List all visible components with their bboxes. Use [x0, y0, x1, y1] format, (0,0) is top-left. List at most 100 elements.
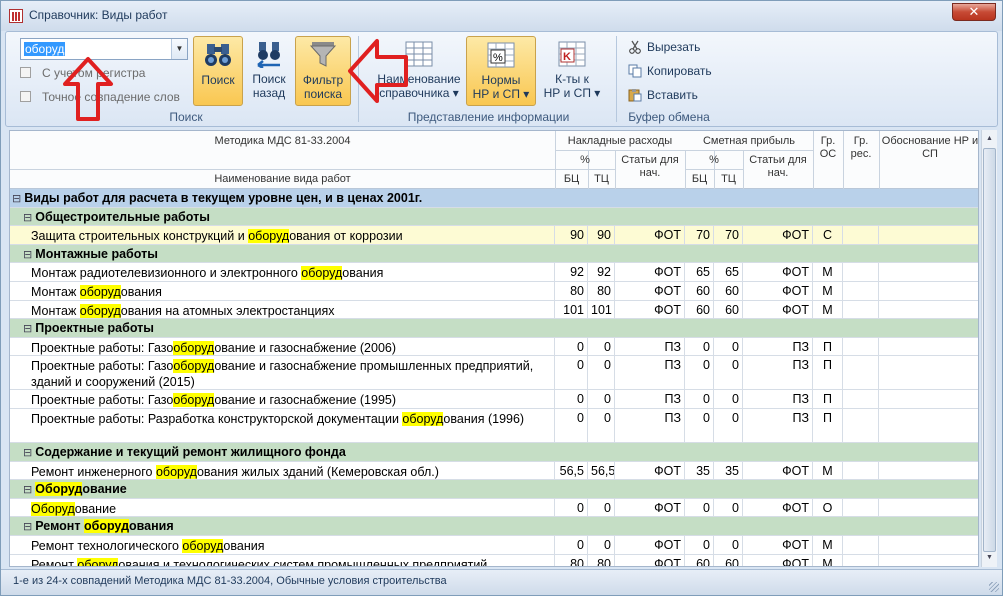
collapse-icon[interactable]: ⊟	[23, 249, 35, 261]
table-row[interactable]: Проектные работы: Газооборудование и газ…	[10, 390, 978, 409]
cell-pbc: 0	[685, 356, 714, 390]
name-text: Защита строительных конструкций и	[31, 229, 249, 244]
work-type-name-cell: Проектные работы: Газооборудование и газ…	[10, 356, 555, 390]
cell-pbc: 60	[685, 282, 714, 300]
cut-label: Вырезать	[647, 40, 701, 54]
group-row[interactable]: ⊟ Ремонт оборудования	[10, 517, 978, 536]
cell-art: ФОТ	[615, 282, 685, 300]
group-row[interactable]: ⊟ Виды работ для расчета в текущем уровн…	[10, 189, 978, 208]
collapse-icon[interactable]: ⊟	[23, 323, 35, 335]
cell-tc: 92	[588, 263, 615, 281]
work-type-name-cell: Проектные работы: Газооборудование и газ…	[10, 337, 555, 356]
cell-basis	[879, 301, 978, 319]
collapse-icon[interactable]: ⊟	[23, 212, 35, 224]
search-match-highlight: оборуд	[173, 359, 215, 374]
name-text: Ремонт технологического	[31, 539, 183, 553]
work-type-name-cell: Защита строительных конструкций и оборуд…	[10, 226, 555, 244]
cell-pbc: 70	[685, 226, 714, 244]
header-overhead-bc: БЦ	[563, 173, 580, 185]
close-button[interactable]: ✕	[952, 3, 996, 21]
scroll-up-icon[interactable]: ▲	[982, 131, 997, 147]
header-basis: Обоснование НР и СП	[881, 135, 979, 160]
checkbox-box[interactable]	[20, 67, 31, 78]
cell-pbc: 0	[685, 409, 714, 442]
table-row[interactable]: Ремонт технологического оборудования 0 0 ФО…	[10, 536, 978, 555]
search-match-highlight: оборуд	[301, 266, 343, 281]
search-back-button[interactable]: Поиск назад	[246, 36, 292, 106]
norms-button[interactable]: % Нормы НР и СП ▾	[466, 36, 536, 106]
vertical-scrollbar[interactable]: ▲ ▼	[981, 130, 997, 567]
header-gr-res: Гр. рес.	[850, 135, 872, 160]
search-match-highlight: оборуд	[79, 285, 121, 299]
header-profit-bc: БЦ	[691, 173, 708, 185]
collapse-icon[interactable]: ⊟	[23, 521, 35, 533]
filter-search-button[interactable]: Фильтр поиска	[295, 36, 351, 106]
header-profit-tc: ТЦ	[721, 173, 736, 185]
name-text: ования и технологических систем промышле…	[118, 557, 488, 567]
group-row[interactable]: ⊟ Общестроительные работы	[10, 207, 978, 227]
cell-res	[843, 461, 879, 480]
cell-res	[843, 282, 879, 300]
header-profit-articles: Статьи для нач.	[749, 154, 807, 179]
cell-pbc: 60	[685, 300, 714, 319]
collapse-icon[interactable]: ⊟	[12, 193, 24, 205]
table-row[interactable]: Ремонт инженерного оборудования жилых зд…	[10, 461, 978, 481]
paste-button[interactable]: Вставить	[628, 88, 698, 108]
cell-bc: 90	[555, 226, 588, 244]
group-row[interactable]: ⊟ Оборудование	[10, 480, 978, 499]
work-type-name-cell: ⊟ Общестроительные работы	[10, 208, 978, 226]
name-text: ования от коррозии	[289, 229, 403, 244]
table-row[interactable]: Монтаж радиотелевизионного и электронног…	[10, 263, 978, 282]
name-text: Монтажные работы	[35, 246, 158, 261]
grid-header: Методика МДС 81-33.2004 Наименование вид…	[10, 131, 979, 189]
table-row[interactable]: Проектные работы: Разработка конструктор…	[10, 409, 978, 443]
header-method: Методика МДС 81-33.2004	[214, 135, 351, 147]
red-up-arrow-annotation	[63, 57, 113, 121]
table-row[interactable]: Проектные работы: Газооборудование и газ…	[10, 356, 978, 391]
cell-ptc: 70	[714, 226, 743, 244]
checkbox-box[interactable]	[20, 91, 31, 102]
table-row[interactable]: Защита строительных конструкций и оборуд…	[10, 226, 978, 245]
scroll-thumb[interactable]	[983, 148, 996, 552]
cell-ptc: 65	[714, 263, 743, 281]
window-title: Справочник: Виды работ	[29, 8, 168, 22]
scroll-down-icon[interactable]: ▼	[982, 550, 997, 566]
collapse-icon[interactable]: ⊟	[23, 447, 35, 459]
cell-res	[843, 356, 879, 390]
name-text: Содержание и текущий ремонт жилищного фо…	[35, 445, 346, 459]
binoculars-icon	[203, 41, 233, 69]
cell-ptc: 0	[714, 409, 743, 442]
resize-grip-icon[interactable]	[989, 582, 999, 592]
cell-res	[843, 409, 879, 442]
table-row[interactable]: Монтаж оборудования 80 80 ФОТ 60 60 ФОТ М	[10, 282, 978, 301]
cell-res	[843, 554, 879, 566]
table-row[interactable]: Монтаж оборудования на атомных электрост…	[10, 300, 978, 320]
binoculars-back-icon	[254, 40, 284, 70]
group-row[interactable]: ⊟ Проектные работы	[10, 319, 978, 338]
work-type-name-cell: ⊟ Содержание и текущий ремонт жилищного …	[10, 443, 978, 461]
cut-button[interactable]: Вырезать	[628, 40, 700, 60]
search-button[interactable]: Поиск	[193, 36, 243, 106]
cell-basis	[879, 356, 978, 389]
name-text: Проектные работы: Газо	[31, 340, 174, 355]
cell-part: ФОТ	[743, 498, 813, 517]
work-types-grid: Методика МДС 81-33.2004 Наименование вид…	[9, 130, 979, 567]
chevron-down-icon[interactable]: ▼	[171, 39, 187, 59]
cell-art: ПЗ	[615, 337, 685, 356]
work-type-name-cell: ⊟ Виды работ для расчета в текущем уровн…	[10, 189, 978, 207]
cell-ptc: 0	[714, 498, 743, 517]
table-row[interactable]: Ремонт оборудования и технологических си…	[10, 554, 978, 567]
table-row[interactable]: Проектные работы: Газооборудование и газ…	[10, 337, 978, 357]
coefficients-button[interactable]: K К-ты к НР и СП ▾	[542, 36, 602, 106]
search-input[interactable]: оборуд	[24, 42, 66, 56]
cell-art: ФОТ	[615, 461, 685, 480]
collapse-icon[interactable]: ⊟	[23, 484, 35, 496]
cell-basis	[879, 499, 978, 517]
group-row[interactable]: ⊟ Монтажные работы	[10, 244, 978, 264]
group-row[interactable]: ⊟ Содержание и текущий ремонт жилищного …	[10, 443, 978, 462]
cell-tc: 56,5	[588, 461, 615, 480]
table-row[interactable]: Оборудование 0 0 ФОТ 0 0 ФОТ О	[10, 498, 978, 518]
name-text: ования жилых зданий (Кемеровская обл.)	[196, 464, 439, 479]
copy-button[interactable]: Копировать	[628, 64, 712, 84]
search-match-highlight: оборуд	[77, 557, 119, 566]
